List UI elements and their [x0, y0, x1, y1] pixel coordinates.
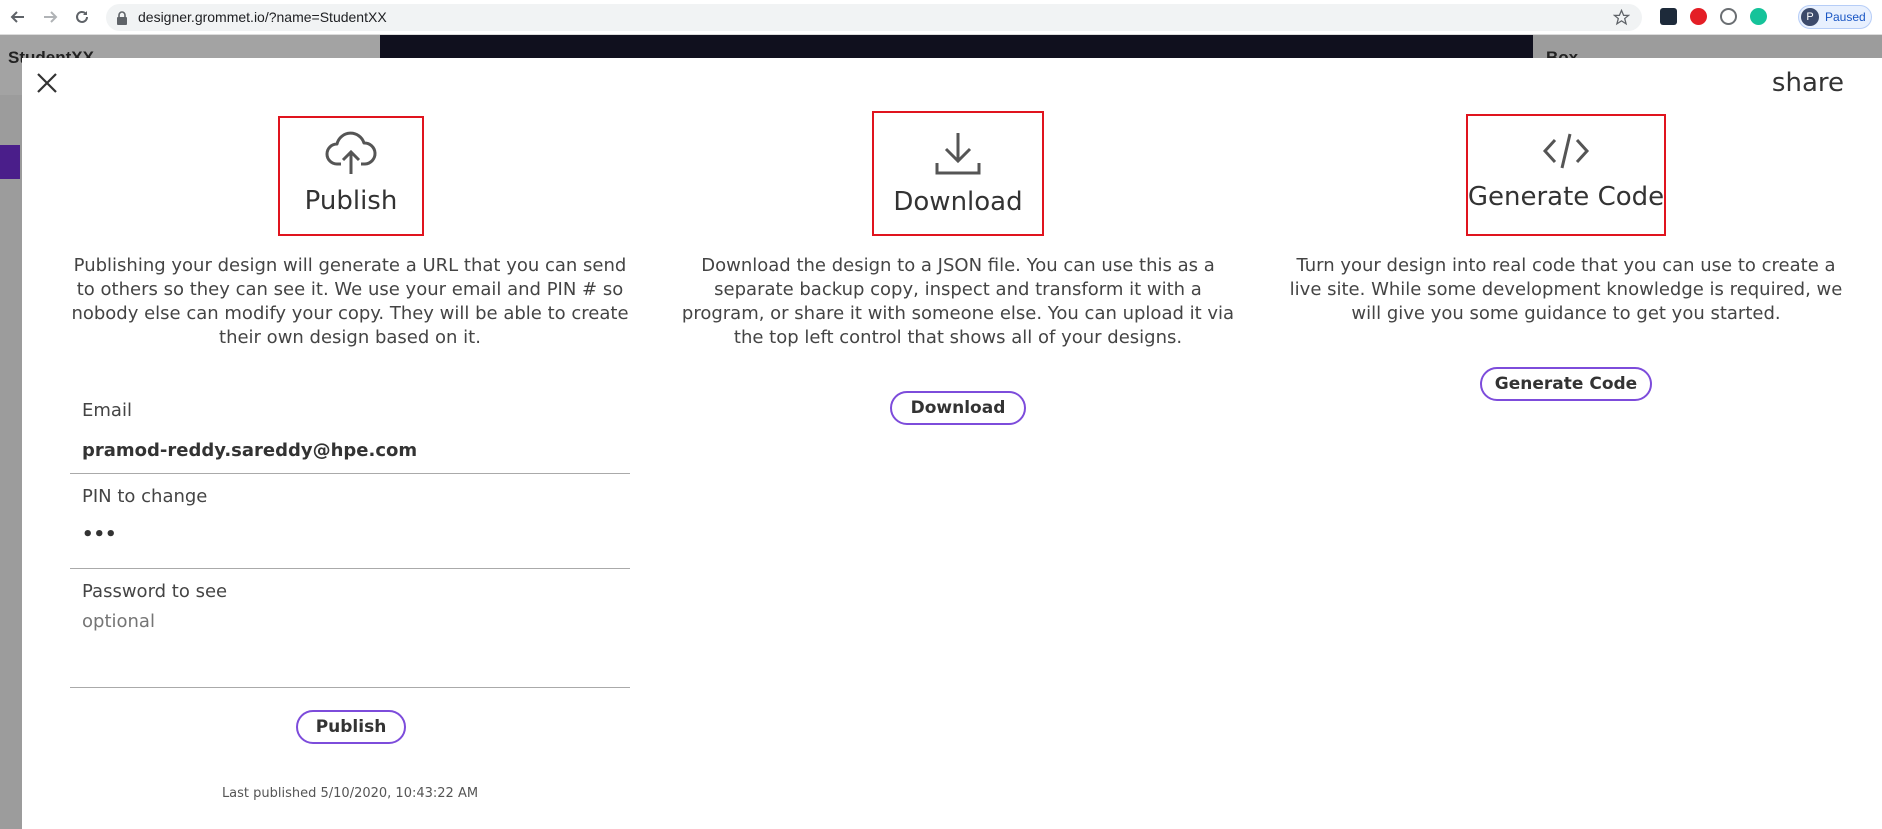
grammarly-extension-icon[interactable] — [1750, 8, 1767, 25]
avatar: P — [1801, 8, 1819, 26]
share-dialog: share Publish Publishing your design wil… — [22, 58, 1882, 829]
publish-description: Publishing your design will generate a U… — [71, 255, 629, 348]
generate-code-heading: Generate Code — [1467, 182, 1665, 212]
app-selected-item — [0, 145, 20, 179]
password-label: Password to see — [82, 581, 228, 602]
address-bar[interactable]: designer.grommet.io/?name=StudentXX — [106, 4, 1642, 31]
bookmark-star-icon[interactable] — [1612, 8, 1631, 30]
url-text: designer.grommet.io/?name=StudentXX — [138, 9, 387, 25]
generate-code-button[interactable]: Generate Code — [1480, 367, 1652, 401]
pin-input[interactable]: ••• — [82, 524, 612, 545]
adblock-extension-icon[interactable] — [1690, 8, 1707, 25]
dialog-title: share — [1771, 68, 1844, 98]
generate-code-hero-button[interactable]: Generate Code — [1466, 114, 1666, 236]
block-extension-icon[interactable] — [1720, 8, 1737, 25]
pin-label: PIN to change — [82, 486, 208, 507]
profile-status: Paused — [1825, 10, 1866, 24]
close-icon[interactable] — [32, 68, 62, 98]
password-input[interactable] — [82, 611, 612, 632]
download-button[interactable]: Download — [890, 391, 1026, 425]
forward-arrow-icon[interactable] — [40, 7, 60, 27]
publish-heading: Publish — [304, 186, 398, 216]
download-icon — [932, 129, 984, 181]
cloud-upload-icon — [325, 130, 377, 180]
code-icon — [1541, 130, 1591, 176]
download-hero-button[interactable]: Download — [872, 111, 1044, 236]
publish-hero-button[interactable]: Publish — [278, 116, 424, 236]
profile-button[interactable]: P Paused — [1798, 5, 1872, 29]
pin-field[interactable]: PIN to change ••• — [70, 474, 630, 569]
back-arrow-icon[interactable] — [8, 7, 28, 27]
browser-toolbar: designer.grommet.io/?name=StudentXX P Pa… — [0, 0, 1882, 35]
download-description: Download the design to a JSON file. You … — [681, 255, 1235, 348]
download-heading: Download — [893, 187, 1023, 217]
email-label: Email — [82, 400, 132, 421]
lock-icon — [116, 10, 128, 29]
react-devtools-extension-icon[interactable] — [1660, 8, 1677, 25]
email-field[interactable]: Email — [70, 388, 630, 474]
password-field[interactable]: Password to see — [70, 569, 630, 688]
generate-code-description: Turn your design into real code that you… — [1289, 255, 1843, 324]
reload-icon[interactable] — [72, 7, 92, 27]
last-published-text: Last published 5/10/2020, 10:43:22 AM — [221, 786, 479, 801]
publish-button[interactable]: Publish — [296, 710, 406, 744]
email-input[interactable] — [82, 440, 612, 461]
